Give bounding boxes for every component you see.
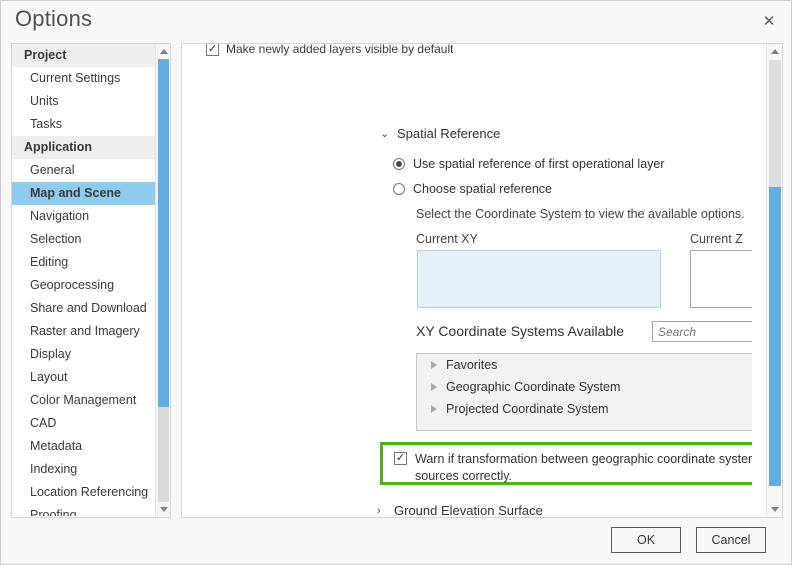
ok-button[interactable]: OK [611,527,681,553]
sidebar-item-tasks[interactable]: Tasks [12,113,155,136]
tree-item-label: Favorites [446,358,498,372]
search-input[interactable] [653,321,752,342]
scroll-down-arrow-icon[interactable] [156,502,170,517]
sidebar-group-application: Application [12,136,155,159]
sidebar-scrollbar-thumb[interactable] [158,59,169,407]
sidebar-item-location-referencing[interactable]: Location Referencing [12,481,155,504]
cancel-button[interactable]: Cancel [696,527,766,553]
tree-item-geographic-coordinate-system[interactable]: Geographic Coordinate System [417,376,752,398]
sidebar-item-proofing[interactable]: Proofing [12,504,155,516]
content-scrollbar-thumb[interactable] [769,187,781,486]
content-scrollbar-track[interactable] [769,60,781,187]
sidebar-scrollbar-track[interactable] [158,407,169,502]
scroll-up-arrow-icon[interactable] [156,44,170,59]
radio-icon[interactable] [393,183,405,195]
spatial-reference-label: Spatial Reference [397,126,501,141]
scroll-up-arrow-icon[interactable] [767,44,782,59]
chevron-down-icon: ⌄ [380,128,390,140]
radio-choose-spatial-reference[interactable]: Choose spatial reference [393,182,552,196]
tree-item-label: Geographic Coordinate System [446,380,621,394]
sidebar-item-color-management[interactable]: Color Management [12,389,155,412]
page-title: Options [15,6,93,31]
dialog-titlebar: Options ✕ [1,1,791,43]
current-z-label: Current Z [690,232,743,246]
ground-elevation-surface-label: Ground Elevation Surface [394,503,543,517]
current-z-value-box[interactable]: <None> [690,250,752,308]
xy-coordinate-systems-available-label: XY Coordinate Systems Available [416,323,625,339]
sidebar-item-units[interactable]: Units [12,90,155,113]
tree-item-favorites[interactable]: Favorites [417,354,752,376]
sidebar-item-raster-and-imagery[interactable]: Raster and Imagery [12,320,155,343]
chevron-right-icon[interactable] [431,361,437,369]
radio-choose-spatial-reference-label: Choose spatial reference [413,182,552,196]
radio-use-first-operational-layer-label: Use spatial reference of first operation… [413,157,665,171]
settings-content-panel: ✓ Make newly added layers visible by def… [181,43,783,518]
chevron-right-icon[interactable] [431,405,437,413]
make-layers-visible-label: Make newly added layers visible by defau… [226,44,454,56]
sidebar-item-metadata[interactable]: Metadata [12,435,155,458]
sidebar-item-selection[interactable]: Selection [12,228,155,251]
tree-item-projected-coordinate-system[interactable]: Projected Coordinate System [417,398,752,420]
sidebar-item-navigation[interactable]: Navigation [12,205,155,228]
make-layers-visible-option[interactable]: ✓ Make newly added layers visible by def… [206,44,453,62]
radio-icon[interactable] [393,158,405,170]
sidebar-item-share-and-download[interactable]: Share and Download [12,297,155,320]
ground-elevation-surface-section-header[interactable]: › Ground Elevation Surface [377,503,543,517]
checkbox-icon[interactable]: ✓ [394,452,407,465]
sidebar-scrollbar[interactable] [155,44,170,517]
close-icon[interactable]: ✕ [753,7,785,35]
spatial-reference-section-header[interactable]: ⌄ Spatial Reference [380,126,500,141]
sidebar-item-display[interactable]: Display [12,343,155,366]
sidebar-item-indexing[interactable]: Indexing [12,458,155,481]
sidebar-item-editing[interactable]: Editing [12,251,155,274]
current-xy-label: Current XY [416,232,478,246]
checkbox-icon[interactable]: ✓ [206,44,219,56]
chevron-right-icon: › [377,504,381,517]
coordinate-system-hint: Select the Coordinate System to view the… [416,207,745,221]
tree-item-label: Projected Coordinate System [446,402,609,416]
settings-sidebar: Project Current Settings Units Tasks App… [11,43,171,518]
content-scrollbar[interactable] [766,44,782,517]
sidebar-item-geoprocessing[interactable]: Geoprocessing [12,274,155,297]
current-xy-value-box[interactable] [417,250,661,308]
sidebar-nav-list: Project Current Settings Units Tasks App… [12,44,155,516]
warn-transformation-option[interactable]: ✓ Warn if transformation between geograp… [394,451,752,485]
radio-use-first-operational-layer[interactable]: Use spatial reference of first operation… [393,157,665,171]
sidebar-group-project: Project [12,44,155,67]
dialog-footer: OK Cancel [1,518,791,564]
sidebar-item-map-and-scene[interactable]: Map and Scene [12,182,155,205]
scroll-down-arrow-icon[interactable] [767,502,782,517]
sidebar-item-cad[interactable]: CAD [12,412,155,435]
coordinate-system-search[interactable] [652,321,752,342]
warn-transformation-label: Warn if transformation between geographi… [415,452,752,483]
sidebar-item-current-settings[interactable]: Current Settings [12,67,155,90]
coordinate-system-tree[interactable]: Favorites Geographic Coordinate System P… [416,353,752,431]
sidebar-item-layout[interactable]: Layout [12,366,155,389]
options-dialog: Options ✕ Project Current Settings Units… [0,0,792,565]
chevron-right-icon[interactable] [431,383,437,391]
sidebar-item-general[interactable]: General [12,159,155,182]
settings-scroll-content: ✓ Make newly added layers visible by def… [182,44,752,517]
